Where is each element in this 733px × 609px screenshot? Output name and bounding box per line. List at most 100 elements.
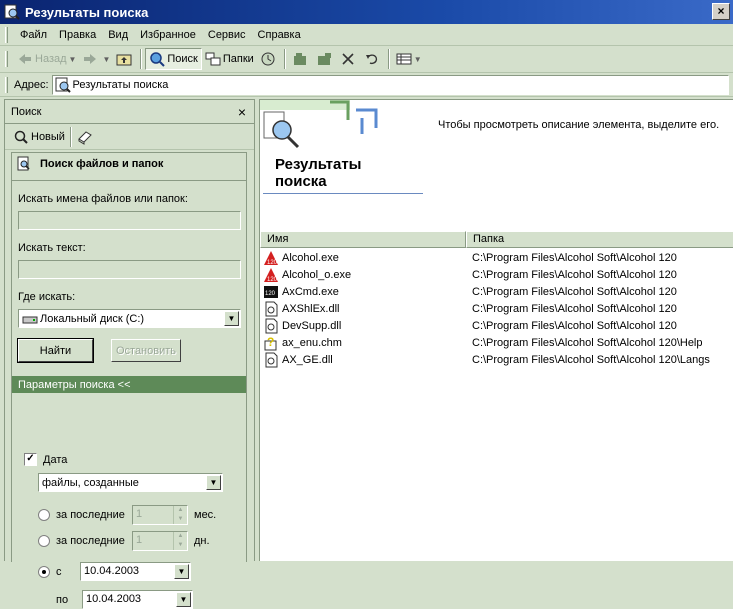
chevron-down-icon[interactable]: ▼ (69, 55, 77, 64)
menubar-grip[interactable] (5, 26, 8, 43)
banner-description: Чтобы просмотреть описание элемента, выд… (438, 119, 720, 131)
stop-button[interactable]: Остановить (111, 339, 181, 362)
search-icon (149, 51, 166, 67)
spinner-arrows-icon[interactable]: ▲ ▼ (173, 506, 187, 524)
toolbar-grip[interactable] (5, 51, 8, 67)
help-file-icon: ? (263, 335, 279, 351)
search-label: Поиск (167, 53, 198, 65)
history-icon (260, 51, 276, 67)
date-checkbox-row[interactable]: ✓ Дата (24, 453, 67, 466)
last-months-row: за последние 1 ▲ ▼ мес. (38, 505, 216, 525)
delete-button[interactable] (337, 48, 361, 70)
column-header-name[interactable]: Имя (260, 231, 466, 248)
back-arrow-icon (17, 51, 33, 67)
menu-tools[interactable]: Сервис (202, 29, 252, 41)
new-search-button[interactable]: Новый (11, 126, 67, 148)
table-row[interactable]: 120 AxCmd.exe C:\Program Files\Alcohol So… (260, 283, 733, 300)
from-label: с (56, 565, 62, 578)
dll-file-icon (263, 352, 279, 368)
chevron-down-icon[interactable]: ▼ (206, 475, 221, 490)
table-row[interactable]: 120 Alcohol_o.exe C:\Program Files\Alcoho… (260, 266, 733, 283)
chevron-down-icon[interactable]: ▼ (176, 592, 191, 607)
date-type-select[interactable]: файлы, созданные ▼ (38, 473, 223, 492)
months-unit: мес. (194, 509, 217, 521)
search-form: Поиск файлов и папок Искать имена файлов… (11, 152, 247, 609)
from-date-row: с 10.04.2003 ▼ (38, 562, 191, 581)
names-label: Искать имена файлов или папок: (18, 193, 188, 205)
search-results-icon (55, 77, 71, 93)
table-row[interactable]: DevSupp.dll C:\Program Files\Alcohol Sof… (260, 317, 733, 334)
svg-text:120: 120 (265, 291, 276, 297)
last-months-spinner[interactable]: 1 ▲ ▼ (132, 505, 188, 525)
search-document-icon (16, 156, 32, 172)
dll-file-icon (263, 318, 279, 334)
copy-to-button[interactable] (313, 48, 337, 70)
names-input[interactable] (18, 211, 241, 230)
alcohol-exe-icon: 120 (263, 267, 279, 283)
undo-icon (364, 51, 380, 67)
menu-file[interactable]: Файл (14, 29, 53, 41)
window-close-button[interactable]: × (712, 3, 730, 20)
views-button[interactable]: ▼ (393, 48, 425, 70)
chevron-down-icon[interactable]: ▼ (224, 311, 239, 326)
last-months-label: за последние (56, 509, 125, 521)
table-row[interactable]: ? ax_enu.chm C:\Program Files\Alcohol Sof… (260, 334, 733, 351)
address-field[interactable]: Результаты поиска (51, 74, 729, 95)
menu-help[interactable]: Справка (252, 29, 307, 41)
between-dates-radio[interactable] (38, 565, 50, 578)
up-folder-icon (116, 51, 132, 67)
find-button[interactable]: Найти (17, 338, 94, 363)
search-options-button[interactable] (75, 126, 97, 148)
table-row[interactable]: AXShlEx.dll C:\Program Files\Alcohol Sof… (260, 300, 733, 317)
move-to-button[interactable] (289, 48, 313, 70)
addressbar-grip[interactable] (5, 76, 8, 93)
where-value: Локальный диск (C:) (40, 312, 145, 325)
folders-label: Папки (222, 53, 254, 65)
where-select[interactable]: Локальный диск (C:) ▼ (18, 309, 241, 328)
last-days-radio[interactable] (38, 535, 50, 547)
chevron-down-icon[interactable]: ▼ (102, 55, 110, 64)
to-date-picker[interactable]: 10.04.2003 ▼ (82, 590, 193, 609)
chevron-down-icon[interactable]: ▼ (174, 564, 189, 579)
results-banner: Результаты поиска Чтобы просмотреть опис… (260, 100, 733, 232)
window-title: Результаты поиска (25, 4, 149, 20)
table-row[interactable]: 120 Alcohol.exe C:\Program Files\Alcohol … (260, 249, 733, 266)
banner-title: Результаты поиска (275, 156, 362, 190)
text-input[interactable] (18, 260, 241, 279)
results-pane: Результаты поиска Чтобы просмотреть опис… (259, 99, 733, 561)
toolbar-separator (140, 49, 143, 69)
undo-button[interactable] (361, 48, 385, 70)
spinner-arrows-icon[interactable]: ▲ ▼ (173, 532, 187, 550)
new-search-label: Новый (31, 130, 65, 143)
column-header-folder[interactable]: Папка (466, 231, 733, 248)
search-options-header[interactable]: Параметры поиска << (12, 376, 246, 393)
banner-graphic (260, 100, 378, 149)
forward-button[interactable]: ▼ (79, 48, 113, 70)
search-buttons: Найти Остановить (17, 338, 246, 363)
table-row[interactable]: AX_GE.dll C:\Program Files\Alcohol Soft\… (260, 351, 733, 368)
last-months-radio[interactable] (38, 509, 50, 521)
menubar: Файл Правка Вид Избранное Сервис Справка (0, 24, 733, 46)
new-search-icon (13, 129, 29, 145)
axcmd-exe-icon: 120 (263, 284, 279, 300)
menu-edit[interactable]: Правка (53, 29, 102, 41)
last-days-row: за последние 1 ▲ ▼ дн. (38, 531, 210, 551)
menu-view[interactable]: Вид (102, 29, 134, 41)
search-button[interactable]: Поиск (145, 48, 202, 70)
from-date-picker[interactable]: 10.04.2003 ▼ (80, 562, 191, 581)
last-days-spinner[interactable]: 1 ▲ ▼ (132, 531, 188, 551)
date-checkbox[interactable]: ✓ (24, 453, 37, 466)
menu-favorites[interactable]: Избранное (134, 29, 202, 41)
views-grid-icon (396, 51, 412, 67)
drive-icon (22, 311, 38, 327)
chevron-down-icon[interactable]: ▼ (414, 55, 422, 64)
window-titlebar[interactable]: Результаты поиска × (0, 0, 733, 24)
history-button[interactable] (257, 48, 281, 70)
to-date-row: по 10.04.2003 ▼ (56, 590, 193, 609)
close-icon[interactable]: × (238, 104, 246, 120)
folders-button[interactable]: Папки (202, 48, 257, 70)
back-button[interactable]: Назад ▼ (14, 48, 79, 70)
address-label: Адрес: (14, 78, 49, 91)
search-pane-title: Поиск (11, 105, 42, 118)
up-folder-button[interactable] (113, 48, 137, 70)
